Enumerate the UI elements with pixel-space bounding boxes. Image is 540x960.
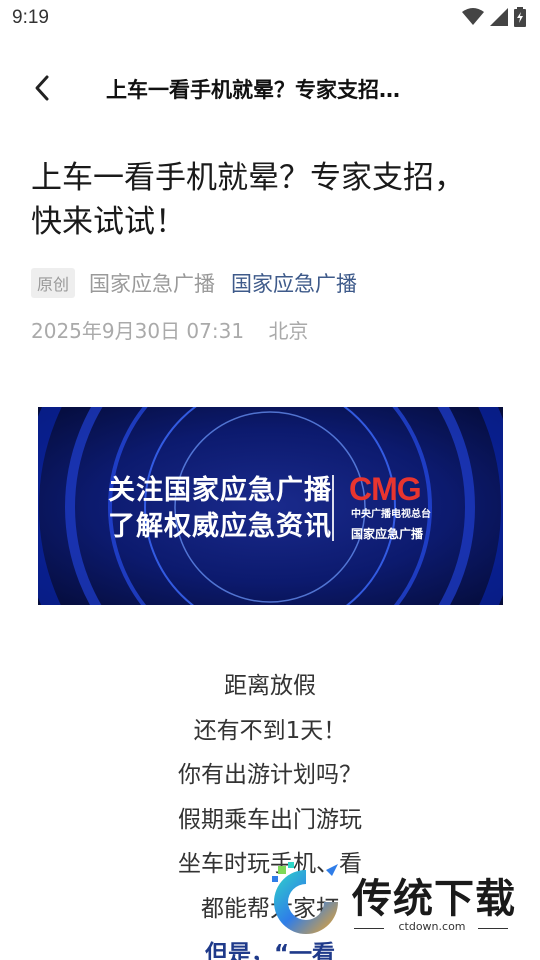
body-line: 假期乘车出门游玩: [178, 806, 362, 833]
watermark-line: [478, 928, 508, 929]
chevron-left-icon: [35, 75, 49, 101]
publish-info: 2025年9月30日 07:31 北京: [31, 315, 308, 344]
watermark-url: ctdown.com: [398, 920, 466, 933]
wifi-icon: [462, 8, 484, 25]
publish-location: 北京: [268, 319, 309, 343]
article-title-line1: 上车一看手机就晕？专家支招，: [31, 160, 465, 196]
battery-icon: [514, 7, 526, 27]
nav-title: 上车一看手机就晕？专家支招…: [106, 78, 400, 102]
back-button[interactable]: [26, 70, 62, 106]
watermark: 传统下载 ctdown.com: [266, 862, 518, 940]
follow-banner-image: 关注国家应急广播 了解权威应急资讯 CMG 中央广播电视总台 国家应急广播: [38, 407, 503, 605]
body-line: 距离放假: [224, 673, 316, 699]
article-title-line2: 快来试试！: [31, 204, 186, 240]
source-account-link[interactable]: 国家应急广播: [231, 268, 357, 298]
status-time: 9:19: [12, 7, 49, 28]
watermark-logo-icon: [272, 862, 338, 934]
status-icons: [462, 7, 526, 27]
article-meta: 原创 国家应急广播 国家应急广播: [31, 266, 357, 300]
cmg-subtitle: 中央广播电视总台: [351, 509, 431, 520]
banner-line1: 关注国家应急广播: [108, 475, 332, 506]
nav-bar: 上车一看手机就晕？专家支招…: [0, 60, 540, 116]
banner-slogan: 关注国家应急广播 了解权威应急资讯: [108, 473, 332, 545]
cmg-subtitle-2: 国家应急广播: [351, 527, 424, 541]
body-line: 你有出游计划吗？: [178, 762, 362, 789]
watermark-name: 传统下载: [352, 876, 516, 922]
status-bar: 9:19: [0, 0, 540, 36]
cmg-logo: CMG: [349, 471, 422, 507]
publish-date: 2025年9月30日 07:31: [31, 319, 245, 343]
article-title: 上车一看手机就晕？专家支招， 快来试试！: [31, 156, 511, 244]
original-badge: 原创: [31, 268, 76, 298]
banner-divider: [332, 475, 334, 541]
body-line: 还有不到1天！: [193, 717, 347, 744]
signal-icon: [490, 8, 508, 26]
source-name: 国家应急广播: [89, 272, 216, 296]
banner-line2: 了解权威应急资讯: [108, 511, 332, 542]
